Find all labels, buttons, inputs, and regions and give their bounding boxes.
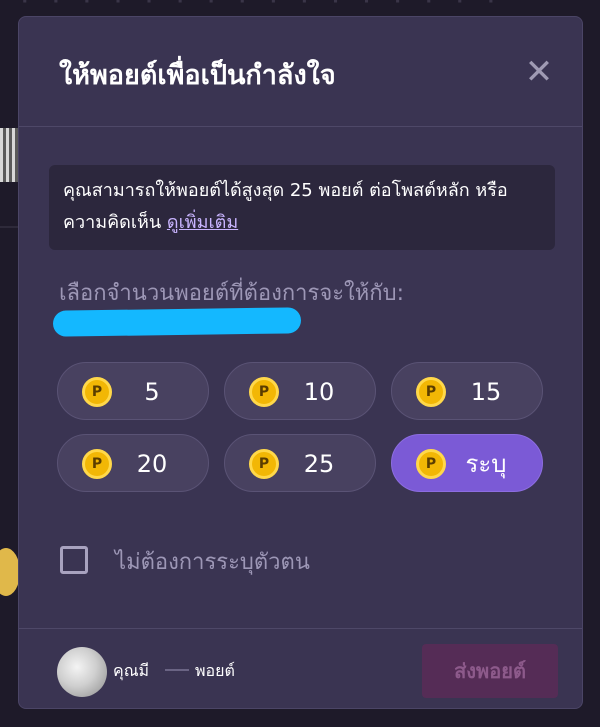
amount-option-5[interactable]: P 5: [57, 362, 209, 420]
amount-label: 15: [470, 378, 502, 406]
point-coin-icon: P: [82, 377, 112, 407]
amount-label: ระบุ: [465, 450, 507, 478]
background-glyph: [0, 452, 18, 492]
send-points-button[interactable]: ส่งพอยต์: [422, 644, 558, 698]
anonymous-option[interactable]: ไม่ต้องการระบุตัวตน: [59, 542, 379, 578]
point-coin-icon: P: [249, 449, 279, 479]
points-balance-placeholder: [165, 669, 189, 671]
info-more-link[interactable]: ดูเพิ่มเติม: [167, 212, 238, 233]
amount-options: P 5 P 10 P 15 P 20 P 25 P ระบุ: [57, 362, 544, 494]
amount-label: 20: [136, 450, 168, 478]
anonymous-label: ไม่ต้องการระบุตัวตน: [115, 550, 310, 575]
amount-option-10[interactable]: P 10: [224, 362, 376, 420]
amount-label: 5: [144, 378, 160, 406]
background-text: · · · · · · · · · · · · · · · ·: [20, 0, 580, 16]
point-coin-icon: P: [82, 449, 112, 479]
modal-footer: คุณมี พอยต์ ส่งพอยต์: [19, 628, 582, 710]
amount-option-custom[interactable]: P ระบุ: [391, 434, 543, 492]
give-points-modal: ให้พอยต์เพื่อเป็นกำลังใจ ✕ คุณสามารถให้พ…: [18, 16, 583, 709]
amount-option-25[interactable]: P 25: [224, 434, 376, 492]
avatar: [57, 647, 107, 697]
info-box: คุณสามารถให้พอยต์ได้สูงสุด 25 พอยต์ ต่อโ…: [49, 165, 555, 250]
amount-label: 25: [303, 450, 335, 478]
background-glyph: [0, 630, 18, 670]
point-coin-icon: P: [249, 377, 279, 407]
background-thumbnail: [0, 128, 20, 182]
points-unit-label: พอยต์: [195, 661, 235, 680]
amount-option-20[interactable]: P 20: [57, 434, 209, 492]
point-coin-icon: P: [416, 377, 446, 407]
amount-option-15[interactable]: P 15: [391, 362, 543, 420]
info-text: คุณสามารถให้พอยต์ได้สูงสุด 25 พอยต์ ต่อโ…: [63, 180, 508, 233]
modal-header: ให้พอยต์เพื่อเป็นกำลังใจ ✕: [19, 17, 582, 127]
anonymous-checkbox[interactable]: [60, 546, 88, 574]
select-amount-label: เลือกจำนวนพอยต์ที่ต้องการจะให้กับ:: [59, 281, 404, 306]
points-balance-label: คุณมี: [113, 661, 150, 680]
background-divider: [0, 226, 20, 228]
recipient-name-redacted: [52, 307, 302, 337]
amount-label: 10: [303, 378, 335, 406]
modal-title: ให้พอยต์เพื่อเป็นกำลังใจ: [59, 60, 336, 91]
point-coin-icon: P: [416, 449, 446, 479]
close-icon[interactable]: ✕: [519, 55, 559, 91]
background-emoji-icon: [0, 548, 20, 596]
